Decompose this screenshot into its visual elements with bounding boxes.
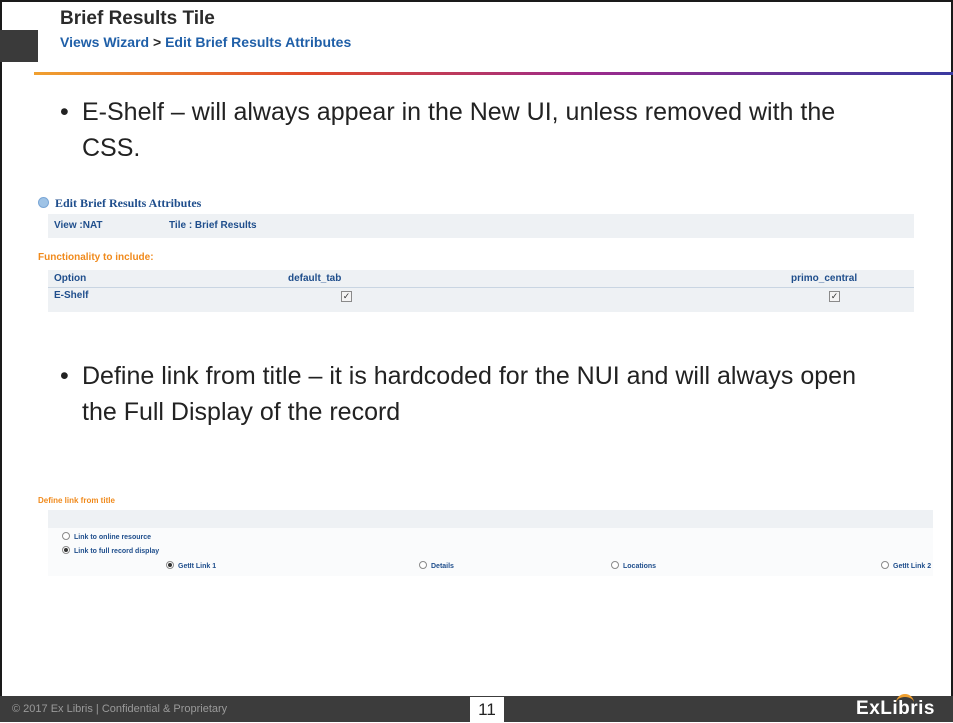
radio-getit-link-1[interactable]: GetIt Link 1 <box>166 561 216 570</box>
tile-label: Tile : Brief Results <box>169 220 257 231</box>
breadcrumb: Views Wizard > Edit Brief Results Attrib… <box>60 34 351 50</box>
expand-circle-icon <box>38 197 49 208</box>
radio-label: Link to full record display <box>74 548 160 555</box>
table-header-row: Option default_tab primo_central <box>48 270 914 288</box>
bullet-define-link: • Define link from title – it is hardcod… <box>60 358 880 430</box>
bullet-marker: • <box>60 362 69 390</box>
breadcrumb-edit-brief-results: Edit Brief Results Attributes <box>165 34 352 50</box>
radio-icon <box>881 561 889 569</box>
panel-title-text: Edit Brief Results Attributes <box>55 196 202 210</box>
radio-label: GetIt Link 1 <box>178 563 217 570</box>
radio-details[interactable]: Details <box>419 561 454 570</box>
radio-label: Link to online resource <box>74 534 152 541</box>
slide-frame-top <box>0 0 953 2</box>
define-link-header-bar <box>48 510 933 528</box>
primo-central-checkbox[interactable]: ✓ <box>829 291 840 302</box>
view-tile-info-row: View :NAT Tile : Brief Results <box>48 214 914 238</box>
slide-frame-left <box>0 0 2 722</box>
option-e-shelf: E-Shelf <box>54 290 89 301</box>
radio-label: GetIt Link 2 <box>893 563 932 570</box>
slide-title: Brief Results Tile <box>60 8 215 29</box>
column-header-primo-central: primo_central <box>791 273 858 284</box>
exlibris-logo: ExLibris <box>856 694 935 720</box>
bullet-text: E-Shelf – will always appear in the New … <box>82 98 836 162</box>
radio-getit-link-2[interactable]: GetIt Link 2 <box>881 561 931 570</box>
view-label: View :NAT <box>54 220 103 231</box>
radio-icon <box>62 532 70 540</box>
bullet-text: Define link from title – it is hardcoded… <box>82 362 856 426</box>
radio-selected-icon <box>166 561 174 569</box>
radio-selected-icon <box>62 546 70 554</box>
radio-label: Details <box>431 563 454 570</box>
page-number: 11 <box>470 697 504 722</box>
table-row: E-Shelf ✓ ✓ <box>48 288 914 312</box>
bullet-marker: • <box>60 98 69 126</box>
column-header-option: Option <box>54 273 87 284</box>
define-link-options: Link to online resource Link to full rec… <box>48 528 933 576</box>
radio-label: Locations <box>623 563 657 570</box>
corner-accent <box>0 30 38 62</box>
breadcrumb-separator: > <box>152 34 162 50</box>
breadcrumb-views-wizard: Views Wizard <box>60 34 150 50</box>
header-divider <box>34 72 953 75</box>
functionality-label: Functionality to include: <box>38 252 154 263</box>
column-header-default-tab: default_tab <box>288 273 342 284</box>
radio-link-full-record[interactable]: Link to full record display <box>62 546 159 555</box>
edit-brief-results-panel-title: Edit Brief Results Attributes <box>38 196 201 211</box>
default-tab-checkbox[interactable]: ✓ <box>341 291 352 302</box>
radio-icon <box>419 561 427 569</box>
bullet-e-shelf: • E-Shelf – will always appear in the Ne… <box>60 94 860 166</box>
logo-arc-icon <box>896 694 915 706</box>
copyright-text: © 2017 Ex Libris | Confidential & Propri… <box>12 703 228 715</box>
define-link-label: Define link from title <box>38 496 115 505</box>
functionality-table: Option default_tab primo_central E-Shelf… <box>48 270 914 312</box>
radio-icon <box>611 561 619 569</box>
radio-locations[interactable]: Locations <box>611 561 656 570</box>
radio-link-online-resource[interactable]: Link to online resource <box>62 532 151 541</box>
slide-footer: © 2017 Ex Libris | Confidential & Propri… <box>0 694 953 722</box>
